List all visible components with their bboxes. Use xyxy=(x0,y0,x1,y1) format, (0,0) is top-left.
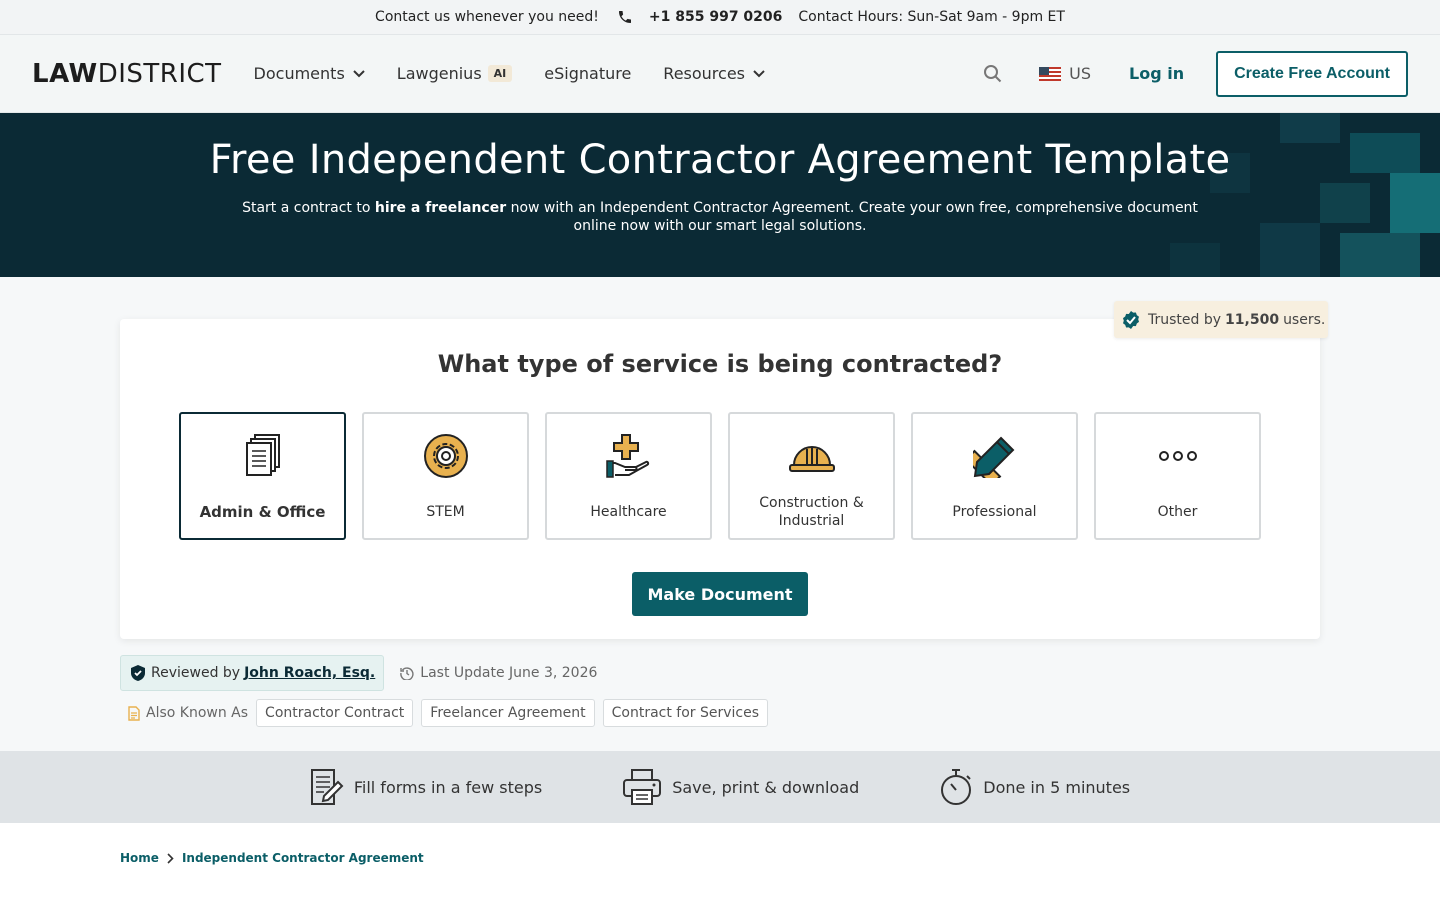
service-options: Admin & Office STEM Healthcare Construct… xyxy=(120,412,1320,540)
option-label: Healthcare xyxy=(590,504,667,520)
login-link[interactable]: Log in xyxy=(1129,64,1184,83)
locale-selector[interactable]: US xyxy=(1039,64,1091,83)
aka-tag[interactable]: Contractor Contract xyxy=(256,699,414,727)
option-label: Admin & Office xyxy=(199,503,326,521)
document-icon xyxy=(128,705,140,721)
documents-icon xyxy=(245,432,281,480)
trusted-badge: Trusted by 11,500 users. xyxy=(1114,301,1328,338)
make-document-button[interactable]: Make Document xyxy=(632,572,808,616)
document-meta: Reviewed by John Roach, Esq. Last Update… xyxy=(120,655,597,691)
trusted-count: 11,500 xyxy=(1225,311,1280,328)
aka-label: Also Known As xyxy=(146,705,249,721)
also-known-as: Also Known As Contractor Contract Freela… xyxy=(128,699,769,727)
page-title: Free Independent Contractor Agreement Te… xyxy=(209,137,1231,183)
hero-desc-pre: Start a contract to xyxy=(242,200,375,216)
chevron-down-icon xyxy=(753,69,765,78)
pencil-ruler-icon xyxy=(972,432,1017,480)
contact-hours: Contact Hours: Sun-Sat 9am - 9pm ET xyxy=(798,9,1065,25)
contact-text: Contact us whenever you need! xyxy=(375,9,599,25)
logo-rest: DISTRICT xyxy=(97,58,222,89)
phone-icon xyxy=(617,9,633,25)
breadcrumb-home[interactable]: Home xyxy=(120,851,159,865)
nav-resources[interactable]: Resources xyxy=(663,64,765,83)
feature-label: Fill forms in a few steps xyxy=(353,777,543,797)
option-stem[interactable]: STEM xyxy=(362,412,529,540)
content-section: Home Independent Contractor Agreement xyxy=(0,823,1440,900)
chevron-right-icon xyxy=(167,852,174,864)
printer-icon xyxy=(622,768,662,806)
gear-icon xyxy=(423,432,469,480)
feature-label: Save, print & download xyxy=(672,777,860,797)
main-nav: Documents Lawgenius AI eSignature Resour… xyxy=(254,64,797,83)
aka-tag[interactable]: Contract for Services xyxy=(602,699,769,727)
features-strip: Fill forms in a few steps Save, print & … xyxy=(0,751,1440,823)
option-label: Construction & Industrial xyxy=(759,495,864,529)
nav-esignature[interactable]: eSignature xyxy=(544,64,631,83)
trusted-pre: Trusted by xyxy=(1148,311,1222,328)
nav-lawgenius-label: Lawgenius xyxy=(396,64,482,83)
feature-item: Done in 5 minutes xyxy=(939,768,1130,806)
nav-documents-label: Documents xyxy=(253,64,345,83)
trusted-post: users. xyxy=(1283,311,1326,328)
hard-hat-icon xyxy=(788,432,835,480)
nav-lawgenius[interactable]: Lawgenius AI xyxy=(396,64,513,83)
shield-check-icon xyxy=(131,665,145,681)
option-other[interactable]: Other xyxy=(1094,412,1261,540)
contact-bar: Contact us whenever you need! +1 855 997… xyxy=(0,0,1440,35)
locale-label: US xyxy=(1069,64,1091,83)
reviewed-pre: Reviewed by xyxy=(151,665,241,681)
form-edit-icon xyxy=(310,768,344,806)
hero-desc-bold: hire a freelancer xyxy=(374,200,507,216)
nav-resources-label: Resources xyxy=(663,64,746,83)
option-construction-industrial[interactable]: Construction & Industrial xyxy=(728,412,895,540)
logo-bold: LAW xyxy=(32,58,98,89)
logo[interactable]: LAWDISTRICT xyxy=(32,59,222,89)
option-admin-office[interactable]: Admin & Office xyxy=(179,412,346,540)
reviewer-link[interactable]: John Roach, Esq. xyxy=(244,665,375,681)
site-header: LAWDISTRICT Documents Lawgenius AI eSign… xyxy=(0,35,1440,113)
medical-hand-icon xyxy=(605,432,653,480)
stopwatch-icon xyxy=(939,768,973,806)
us-flag-icon xyxy=(1039,66,1062,81)
phone-number[interactable]: +1 855 997 0206 xyxy=(649,9,783,25)
feature-item: Fill forms in a few steps xyxy=(310,768,542,806)
hero-description: Start a contract to hire a freelancer no… xyxy=(220,199,1220,235)
nav-esignature-label: eSignature xyxy=(544,64,632,83)
ellipsis-icon xyxy=(1158,432,1198,480)
option-professional[interactable]: Professional xyxy=(911,412,1078,540)
create-account-button[interactable]: Create Free Account xyxy=(1216,50,1408,97)
aka-tag[interactable]: Freelancer Agreement xyxy=(421,699,595,727)
hero-banner: Free Independent Contractor Agreement Te… xyxy=(0,113,1440,277)
header-actions: US Log in Create Free Account xyxy=(983,50,1408,97)
service-question: What type of service is being contracted… xyxy=(437,350,1003,378)
hero-desc-post: now with an Independent Contractor Agree… xyxy=(506,200,1198,234)
nav-documents[interactable]: Documents xyxy=(254,64,365,83)
feature-item: Save, print & download xyxy=(622,768,859,806)
breadcrumb: Home Independent Contractor Agreement xyxy=(120,851,424,865)
feature-label: Done in 5 minutes xyxy=(983,777,1131,797)
history-icon xyxy=(400,666,414,680)
verified-check-icon xyxy=(1122,310,1140,329)
chevron-down-icon xyxy=(353,69,365,78)
option-label: Other xyxy=(1157,504,1198,520)
search-icon[interactable] xyxy=(983,64,1003,84)
ai-badge: AI xyxy=(487,65,513,82)
last-update-text: Last Update June 3, 2026 xyxy=(420,665,598,681)
option-label: STEM xyxy=(426,504,465,520)
option-healthcare[interactable]: Healthcare xyxy=(545,412,712,540)
reviewed-badge: Reviewed by John Roach, Esq. xyxy=(120,655,385,691)
last-update: Last Update June 3, 2026 xyxy=(400,665,597,681)
breadcrumb-current[interactable]: Independent Contractor Agreement xyxy=(182,851,424,865)
option-label: Professional xyxy=(952,504,1037,520)
service-type-card: What type of service is being contracted… xyxy=(120,319,1320,639)
